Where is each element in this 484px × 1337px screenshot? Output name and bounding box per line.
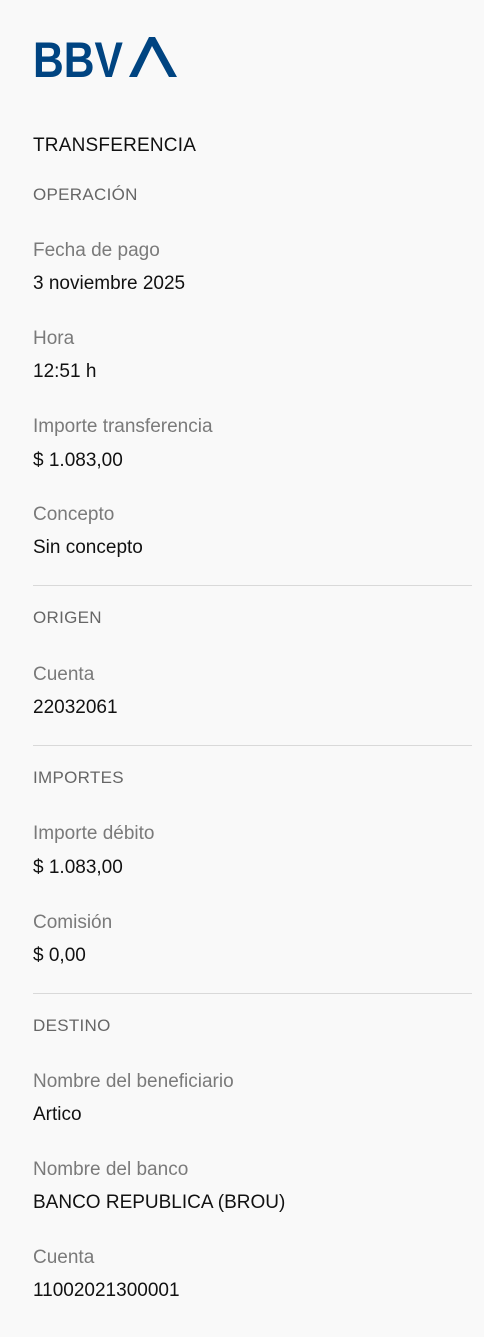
page-title: TRANSFERENCIA	[33, 135, 197, 156]
beneficiario-value: Artico	[33, 1104, 82, 1125]
banco-value: BANCO REPUBLICA (BROU)	[33, 1192, 286, 1213]
concepto-label: Concepto	[33, 504, 115, 525]
divider	[33, 585, 472, 586]
section-heading-destino: DESTINO	[33, 1016, 111, 1035]
section-heading-origen: ORIGEN	[33, 608, 102, 627]
importe-transferencia-label: Importe transferencia	[33, 416, 213, 437]
banco-label: Nombre del banco	[33, 1159, 189, 1180]
svg-text:BBV: BBV	[33, 33, 124, 78]
concepto-value: Sin concepto	[33, 537, 143, 558]
hora-label: Hora	[33, 328, 75, 349]
importe-debito-value: $ 1.083,00	[33, 857, 123, 878]
divider	[33, 745, 472, 746]
beneficiario-label: Nombre del beneficiario	[33, 1071, 234, 1092]
cuenta-origen-label: Cuenta	[33, 664, 95, 685]
divider	[33, 993, 472, 994]
comision-value: $ 0,00	[33, 945, 86, 966]
comision-label: Comisión	[33, 912, 113, 933]
importe-transferencia-value: $ 1.083,00	[33, 450, 123, 471]
fecha-pago-label: Fecha de pago	[33, 240, 160, 261]
cuenta-destino-label: Cuenta	[33, 1247, 95, 1268]
section-heading-operacion: OPERACIÓN	[33, 185, 138, 204]
cuenta-origen-value: 22032061	[33, 697, 118, 718]
hora-value: 12:51 h	[33, 361, 97, 382]
bbva-logo: BBV	[33, 33, 181, 78]
section-heading-importes: IMPORTES	[33, 768, 124, 787]
cuenta-destino-value: 11002021300001	[33, 1280, 180, 1301]
fecha-pago-value: 3 noviembre 2025	[33, 273, 186, 294]
importe-debito-label: Importe débito	[33, 823, 155, 844]
